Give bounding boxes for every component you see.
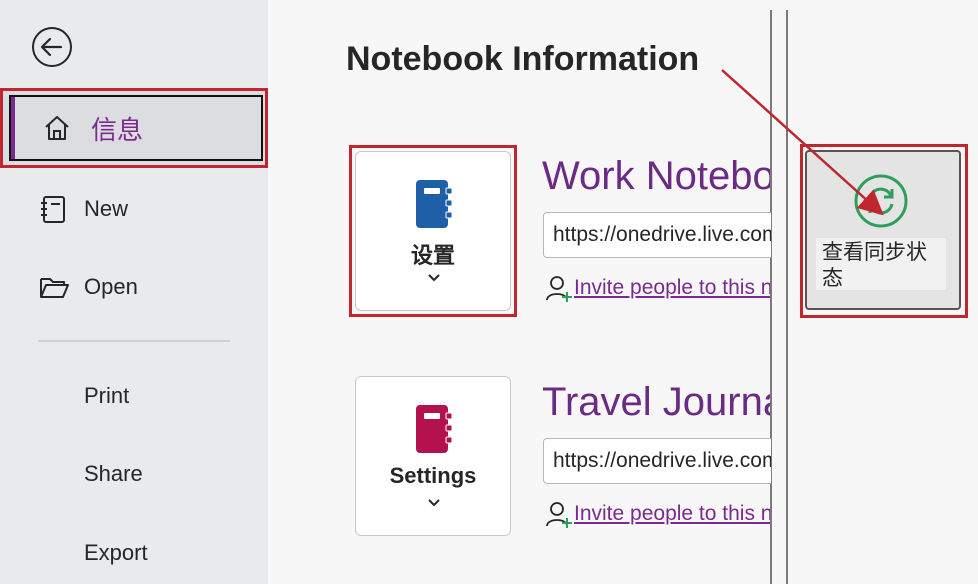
notebook-name: Travel Journal: [542, 380, 770, 424]
divider-line: [786, 10, 788, 584]
sync-status-label: 查看同步状态: [816, 238, 946, 290]
sidebar-item-info[interactable]: 信息: [0, 88, 268, 168]
notebook-icon: [416, 180, 453, 228]
page-title: Notebook Information: [346, 40, 700, 78]
sidebar-item-label: New: [84, 196, 129, 221]
notebook-settings-button[interactable]: 设置: [355, 151, 511, 311]
folder-open-icon: [38, 271, 70, 303]
notebook-name: Work Notebook: [542, 154, 770, 198]
sync-icon: [854, 174, 908, 228]
notebook-settings-label: 设置: [410, 243, 455, 268]
notebook-settings-button[interactable]: Settings: [355, 376, 511, 536]
sidebar-item-label: 信息: [91, 114, 144, 145]
sidebar-item-export[interactable]: Export: [84, 540, 148, 566]
notebook-settings-label: Settings: [389, 463, 477, 488]
divider-line: [770, 10, 772, 584]
invite-people-link[interactable]: Invite people to this notebook: [574, 502, 770, 526]
chevron-down-icon: [428, 274, 440, 282]
notebook-url-field[interactable]: https://onedrive.live.com: [543, 438, 771, 484]
selected-indicator: [11, 97, 15, 159]
add-person-icon: [546, 502, 572, 528]
sidebar-item-new[interactable]: New: [0, 170, 268, 248]
back-arrow-icon: [32, 27, 72, 67]
sidebar-item-share[interactable]: Share: [84, 461, 143, 487]
invite-people-link[interactable]: Invite people to this notebook: [574, 276, 770, 300]
sidebar-divider: [38, 340, 230, 342]
sidebar-item-print[interactable]: Print: [84, 383, 129, 409]
chevron-down-icon: [428, 499, 440, 507]
notebook-url-field[interactable]: https://onedrive.live.com: [543, 212, 771, 258]
back-button[interactable]: [31, 26, 73, 68]
sidebar-item-open[interactable]: Open: [0, 248, 268, 326]
new-page-icon: [38, 193, 70, 225]
add-person-icon: [546, 276, 572, 302]
home-icon: [41, 112, 73, 144]
notebook-icon: [416, 405, 453, 453]
sidebar-item-label: Open: [84, 274, 138, 299]
